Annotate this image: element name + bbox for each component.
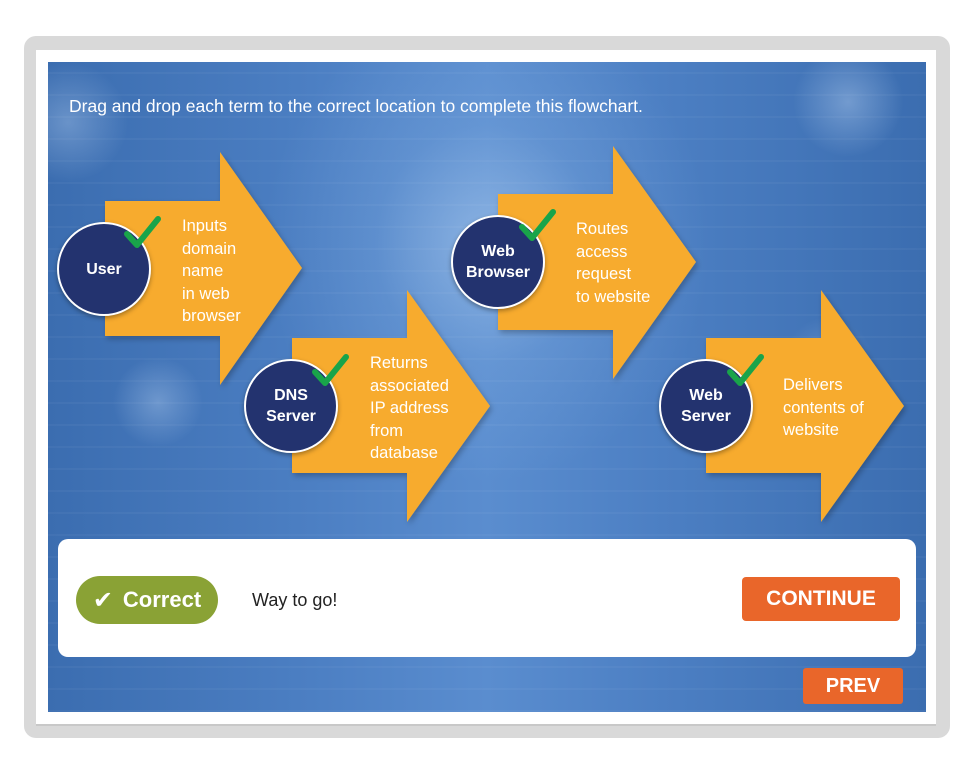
step-1-description: Inputs domain name in web browser [182,217,241,325]
feedback-panel: ✔ Correct Way to go! CONTINUE [58,539,916,657]
frame-divider [36,724,936,726]
prev-button[interactable]: PREV [803,668,903,704]
feedback-message: Way to go! [252,590,338,610]
correct-badge-label: Correct [122,587,202,612]
check-mark-icon: ✔ [92,586,113,614]
step-4-description: Delivers contents of website [783,376,864,439]
check-mark-icon [124,216,161,248]
activity-stage: Drag and drop each term to the correct l… [48,62,926,712]
check-mark-icon [519,209,556,241]
correct-badge: ✔ Correct [76,576,218,624]
check-mark-icon [727,354,764,386]
step-3-description: Routes access request to website [576,220,651,306]
continue-button[interactable]: CONTINUE [742,577,900,621]
step-2-description: Returns associated IP address from datab… [370,354,449,462]
check-mark-icon [312,354,349,386]
